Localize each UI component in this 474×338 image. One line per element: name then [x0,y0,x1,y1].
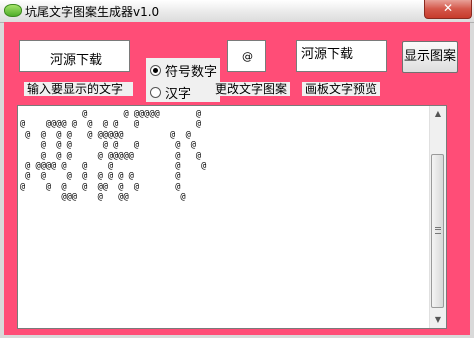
app-icon [4,4,22,17]
source-text-value: 河源下载 [50,53,103,68]
canvas-preview-label: 画板文字预览 [302,82,381,96]
scroll-thumb[interactable] [431,154,444,308]
change-pattern-label: 更改文字图案 [212,82,291,96]
vertical-scrollbar[interactable]: ▲ ▼ [429,106,446,328]
radio-symbol-digit-label: 符号数字 [165,64,218,80]
radio-chinese[interactable]: 汉字 [150,83,192,102]
symbol-input[interactable]: @ [227,40,266,72]
source-text-input[interactable]: 河源下载 [19,40,130,72]
app-window: 坑尾文字图案生成器v1.0 ✕ 河源下载 符号数字 汉字 @ 河源下载 显示图案… [0,0,474,338]
radio-chinese-label: 汉字 [165,86,192,102]
input-hint-label: 输入要显示的文字 [24,82,133,96]
canvas-text-input[interactable]: 河源下载 [296,40,387,72]
symbol-value: @ [242,50,253,63]
canvas-text-value: 河源下载 [301,47,354,62]
radio-chinese-indicator[interactable] [150,86,161,98]
title-bar[interactable]: 坑尾文字图案生成器v1.0 ✕ [0,0,474,23]
main-panel: 河源下载 符号数字 汉字 @ 河源下载 显示图案 输入要显示的文字 更改文字图案… [4,22,470,335]
pattern-art-text: @ @ @@@@@ @ @ @@@@ @ @ @ @ @ @ @ @ @ @ @… [20,109,207,203]
close-button[interactable]: ✕ [424,0,472,19]
grip-icon [435,227,441,234]
mode-radio-group: 符号数字 汉字 [146,58,220,102]
window-title: 坑尾文字图案生成器v1.0 [25,5,160,19]
radio-symbol-digit-indicator[interactable] [150,64,161,76]
radio-symbol-digit[interactable]: 符号数字 [150,61,218,80]
pattern-output-area[interactable]: @ @ @@@@@ @ @ @@@@ @ @ @ @ @ @ @ @ @ @ @… [17,105,447,329]
show-pattern-button[interactable]: 显示图案 [402,41,458,73]
scroll-down-arrow[interactable]: ▼ [430,312,446,328]
scroll-up-arrow[interactable]: ▲ [430,106,446,122]
